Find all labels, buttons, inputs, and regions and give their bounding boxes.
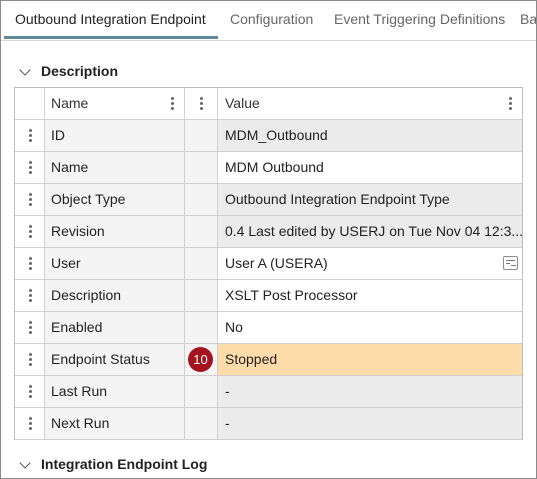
column-header-name-label: Name [51, 95, 89, 111]
row-value: 0.4 Last edited by USERJ on Tue Nov 04 1… [218, 216, 522, 247]
table-row[interactable]: Next Run - [15, 408, 522, 440]
drag-handle-icon[interactable] [29, 129, 32, 142]
column-menu-icon[interactable] [171, 97, 174, 110]
row-value-status: Stopped [218, 344, 522, 375]
tab-configuration[interactable]: Configuration [230, 1, 313, 38]
properties-table: Name Value ID MDM_Outbound Name MDM Outb… [14, 87, 523, 440]
chevron-down-icon[interactable] [19, 64, 31, 76]
endpoint-editor-panel: Outbound Integration Endpoint Configurat… [0, 0, 537, 479]
table-row[interactable]: Last Run - [15, 376, 522, 408]
drag-handle-icon[interactable] [29, 257, 32, 270]
column-header-status[interactable] [185, 88, 218, 119]
row-value-editable[interactable]: MDM Outbound [218, 152, 522, 183]
row-name: Object Type [45, 184, 185, 215]
table-row[interactable]: Endpoint Status Stopped 10 [15, 344, 522, 376]
description-section-title: Description [41, 63, 119, 79]
column-header-value[interactable]: Value [218, 88, 522, 119]
row-value: - [218, 408, 522, 439]
drag-handle-icon[interactable] [29, 417, 32, 430]
table-row[interactable]: Object Type Outbound Integration Endpoin… [15, 184, 522, 216]
active-tab-indicator [4, 36, 218, 39]
tab-bar: Outbound Integration Endpoint Configurat… [1, 1, 536, 41]
integration-endpoint-log-section-header[interactable]: Integration Endpoint Log [1, 453, 536, 475]
drag-handle-icon[interactable] [29, 289, 32, 302]
drag-handle-icon[interactable] [29, 161, 32, 174]
column-header-name[interactable]: Name [45, 88, 185, 119]
callout-badge: 10 [188, 347, 213, 372]
drag-handle-icon[interactable] [29, 321, 32, 334]
column-header-value-label: Value [225, 95, 260, 111]
row-value-editable[interactable]: XSLT Post Processor [218, 280, 522, 311]
chevron-down-icon[interactable] [19, 457, 31, 469]
row-name: Revision [45, 216, 185, 247]
description-section-header[interactable]: Description [1, 60, 536, 82]
drag-handle-icon[interactable] [29, 225, 32, 238]
column-menu-icon[interactable] [509, 97, 512, 110]
table-row[interactable]: Name MDM Outbound [15, 152, 522, 184]
table-row[interactable]: Enabled No [15, 312, 522, 344]
row-name: Next Run [45, 408, 185, 439]
row-name: Name [45, 152, 185, 183]
row-value: Outbound Integration Endpoint Type [218, 184, 522, 215]
row-name: Last Run [45, 376, 185, 407]
row-name: Enabled [45, 312, 185, 343]
list-picker-icon[interactable] [503, 256, 518, 270]
row-name: Endpoint Status [45, 344, 185, 375]
table-row[interactable]: User User A (USERA) [15, 248, 522, 280]
row-value: MDM_Outbound [218, 120, 522, 151]
tab-overflow[interactable]: Ba [520, 1, 536, 38]
tab-event-triggering-definitions[interactable]: Event Triggering Definitions [334, 1, 505, 38]
row-name: User [45, 248, 185, 279]
row-name: ID [45, 120, 185, 151]
row-value-editable[interactable]: User A (USERA) [225, 255, 328, 271]
row-value-editable[interactable]: No [218, 312, 522, 343]
row-value: - [218, 376, 522, 407]
table-row[interactable]: Description XSLT Post Processor [15, 280, 522, 312]
integration-endpoint-log-title: Integration Endpoint Log [41, 456, 208, 472]
tab-outbound-integration-endpoint[interactable]: Outbound Integration Endpoint [15, 1, 206, 38]
row-name: Description [45, 280, 185, 311]
drag-handle-icon[interactable] [29, 193, 32, 206]
column-menu-icon[interactable] [200, 97, 203, 110]
drag-handle-icon[interactable] [29, 385, 32, 398]
user-field[interactable]: User A (USERA) [218, 248, 522, 279]
table-row[interactable]: Revision 0.4 Last edited by USERJ on Tue… [15, 216, 522, 248]
table-header-row: Name Value [15, 88, 522, 120]
drag-handle-icon[interactable] [29, 353, 32, 366]
table-row[interactable]: ID MDM_Outbound [15, 120, 522, 152]
